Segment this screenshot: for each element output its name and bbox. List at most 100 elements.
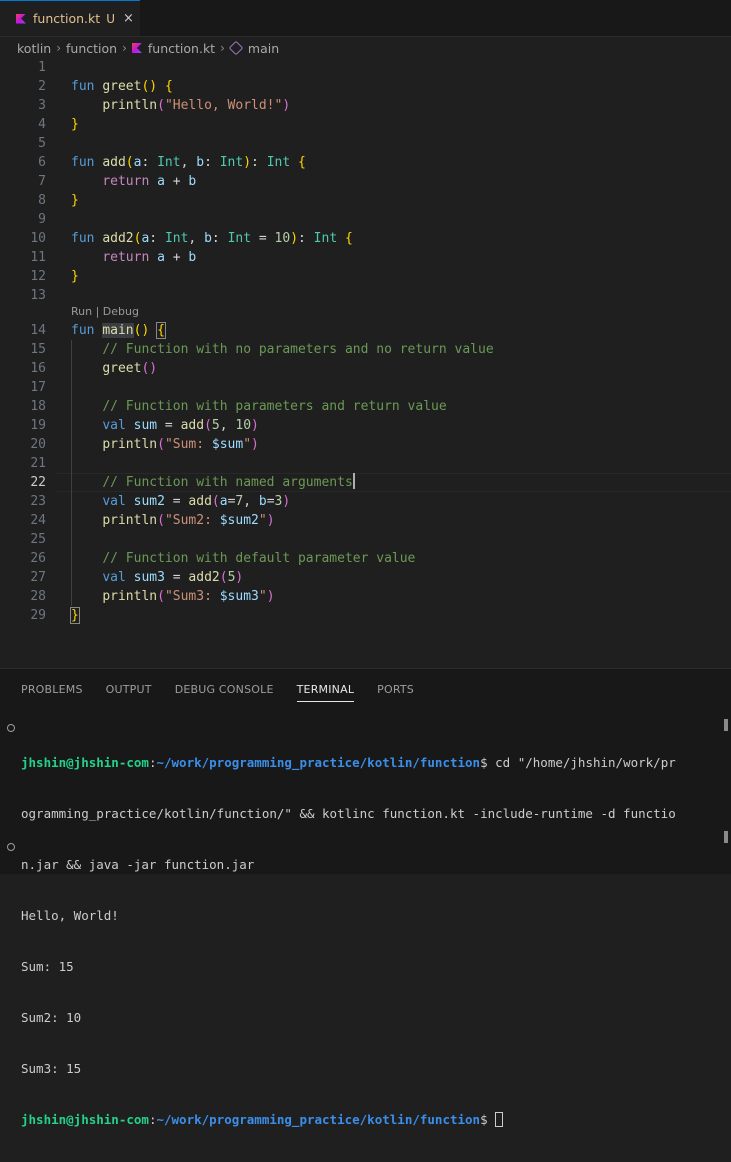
code-token: + (164, 250, 189, 265)
code-line[interactable]: println("Sum2: $sum2") (71, 511, 274, 530)
line-number: 26 (30, 551, 46, 566)
code-token: + (164, 174, 189, 189)
code-token: " (258, 589, 267, 604)
code-token: ( (157, 589, 165, 604)
tab-terminal[interactable]: TERMINAL (296, 683, 355, 702)
prompt-symbol: $ (480, 755, 488, 770)
terminal-output-line: Hello, World! (21, 908, 119, 923)
terminal-cursor (495, 1112, 504, 1127)
code-token: ) (235, 570, 244, 585)
code-line[interactable]: return a + b (71, 248, 196, 267)
kotlin-file-icon (16, 13, 26, 24)
line-number: 3 (38, 98, 46, 113)
code-token: { (164, 79, 173, 94)
code-line[interactable]: val sum2 = add(a=7, b=3) (71, 492, 290, 511)
tab-output[interactable]: OUTPUT (106, 683, 152, 702)
breadcrumb-symbol-main[interactable]: main (248, 41, 279, 56)
terminal[interactable]: jhshin@jhshin-com:~/work/programming_pra… (21, 720, 721, 1162)
code-token: ( (157, 98, 165, 113)
code-line[interactable]: fun greet() { (71, 77, 173, 96)
code-token: $sum2 (219, 513, 259, 528)
code-editor[interactable]: Run | Debug 1 2 3 4 5 6 7 8 9 10 11 12 13 14 15 16 17 18 1… (0, 58, 731, 668)
code-line[interactable]: fun main() { (71, 321, 166, 340)
code-line[interactable]: // Function with parameters and return v… (71, 397, 447, 416)
panel-tabs: PROBLEMS OUTPUT DEBUG CONSOLE TERMINAL PORTS (21, 683, 437, 702)
line-number: 5 (38, 136, 46, 151)
terminal-command-wrap: ogramming_practice/kotlin/function/" && … (21, 806, 676, 821)
code-token: } (70, 607, 80, 624)
code-token: { (298, 155, 306, 170)
editor-tab-bar: function.kt U × (0, 0, 731, 37)
line-number: 24 (30, 513, 46, 528)
code-token: = (251, 231, 275, 246)
code-line[interactable]: // Function with named arguments (71, 473, 355, 492)
code-token: ) (251, 437, 259, 452)
prompt-user: jhshin@jhshin-com (21, 1112, 149, 1127)
breadcrumb-folder-kotlin[interactable]: kotlin (17, 41, 51, 56)
code-token: ) (282, 98, 291, 113)
code-token: : (298, 231, 314, 246)
terminal-command-line: jhshin@jhshin-com:~/work/programming_pra… (21, 755, 676, 770)
line-number: 12 (30, 269, 46, 284)
chevron-right-icon: › (56, 41, 62, 55)
code-token: // Function with default parameter value (102, 551, 416, 566)
code-token: fun (71, 231, 103, 246)
kotlin-file-icon (131, 43, 142, 53)
line-number: 28 (30, 589, 46, 604)
tab-problems[interactable]: PROBLEMS (21, 683, 83, 702)
code-token: // Function with parameters and return v… (102, 399, 447, 414)
code-token: b (196, 155, 205, 170)
code-token: ( (157, 513, 165, 528)
tab-function-kt[interactable]: function.kt U × (0, 0, 140, 36)
code-line[interactable]: val sum3 = add2(5) (71, 568, 243, 587)
method-icon (228, 40, 244, 56)
code-line[interactable]: return a + b (71, 172, 196, 191)
code-token: main (102, 323, 134, 338)
chevron-right-icon: › (220, 41, 225, 55)
code-line[interactable]: val sum = add(5, 10) (71, 416, 259, 435)
command-decoration-icon[interactable] (7, 843, 15, 851)
code-line[interactable]: } (71, 267, 79, 286)
terminal-scrollbar[interactable] (724, 831, 728, 843)
codelens-run-debug[interactable]: Run | Debug (71, 304, 139, 320)
code-token: ) (251, 418, 259, 433)
code-token: ( (219, 570, 228, 585)
code-line[interactable]: println("Hello, World!") (71, 96, 290, 115)
code-token: = (266, 494, 275, 509)
terminal-command: cd "/home/jhshin/work/pr (487, 755, 676, 770)
command-decoration-icon[interactable] (7, 724, 15, 732)
code-token: a (219, 494, 228, 509)
breadcrumb-file[interactable]: function.kt (148, 41, 215, 56)
chevron-right-icon: › (122, 41, 127, 55)
code-token: = (164, 570, 189, 585)
code-token: greet (102, 79, 142, 94)
code-token: add2 (102, 231, 134, 246)
terminal-scrollbar[interactable] (724, 719, 728, 731)
code-line[interactable]: greet() (71, 359, 157, 378)
text-cursor (352, 473, 355, 489)
code-token: return (102, 174, 158, 189)
breadcrumb-folder-function[interactable]: function (66, 41, 117, 56)
code-token: ) (266, 589, 275, 604)
tab-ports[interactable]: PORTS (377, 683, 414, 702)
code-line[interactable]: println("Sum3: $sum3") (71, 587, 275, 606)
tab-debug-console[interactable]: DEBUG CONSOLE (175, 683, 274, 702)
code-line[interactable]: println("Sum: $sum") (71, 435, 259, 454)
code-token: "Sum3: (164, 589, 220, 604)
terminal-output-line: Sum3: 15 (21, 1061, 82, 1076)
code-line[interactable]: } (71, 115, 79, 134)
code-token: } (71, 193, 79, 208)
code-line[interactable]: fun add2(a: Int, b: Int = 10): Int { (71, 229, 353, 248)
terminal-output-line: Sum: 15 (21, 959, 74, 974)
code-line[interactable]: fun add(a: Int, b: Int): Int { (71, 153, 306, 172)
close-icon[interactable]: × (123, 11, 134, 26)
code-line[interactable]: } (70, 606, 80, 625)
code-line[interactable]: // Function with no parameters and no re… (71, 340, 493, 359)
code-line[interactable]: } (71, 191, 79, 210)
code-line[interactable]: // Function with default parameter value (71, 549, 415, 568)
terminal-output-line: Sum2: 10 (21, 1010, 82, 1025)
